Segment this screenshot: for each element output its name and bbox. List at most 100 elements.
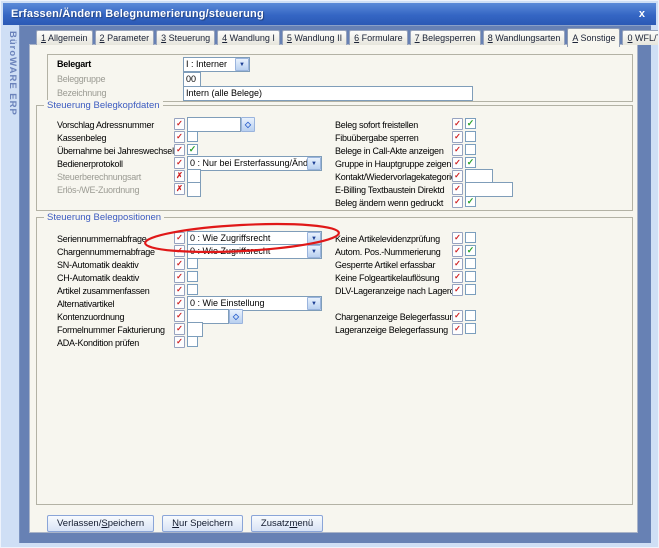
belegart-select[interactable]: I : Interner ▼	[183, 57, 250, 72]
field-row-chargenanzeige-belegerfassung: Chargenanzeige Belegerfassung✓	[335, 310, 625, 323]
tab-1-allgemein[interactable]: 1 Allgemein	[36, 30, 93, 45]
field-row-dlv-lageranzeige-nach-lagerort: DLV-Lageranzeige nach Lagerort✓	[335, 284, 625, 297]
artikel-zusammenfassen-checkbox[interactable]	[187, 284, 198, 295]
ch-automatik-deaktiv-checkbox[interactable]	[187, 271, 198, 282]
red-check-icon[interactable]: ✓	[452, 131, 463, 143]
tab-5-wandlung-ii[interactable]: 5 Wandlung II	[282, 30, 347, 45]
field-row-e-billing-textbaustein-direktd: E-Billing Textbaustein Direktd✓	[335, 183, 625, 196]
red-check-icon[interactable]: ✓	[452, 144, 463, 156]
tab-bar: 1 Allgemein2 Parameter3 Steuerung4 Wandl…	[36, 28, 659, 45]
tab-page-sonstige: Belegart I : Interner ▼ Beleggruppe 00 B…	[29, 44, 638, 533]
tab-0-wfl-tb[interactable]: 0 WFL/TB	[622, 30, 659, 45]
tab-7-belegsperren[interactable]: 7 Belegsperren	[410, 30, 481, 45]
field-row-erlös-we-zuordnung: Erlös-/WE-Zuordnung✗	[57, 183, 327, 196]
gesperrte-artikel-erfassbar-checkbox[interactable]	[465, 258, 476, 269]
belege-in-call-akte-anzeigen-checkbox[interactable]	[465, 144, 476, 155]
window-title: Erfassen/Ändern Belegnumerierung/steueru…	[11, 8, 264, 20]
red-check-icon[interactable]: ✓	[174, 297, 185, 309]
red-check-icon[interactable]: ✓	[452, 323, 463, 335]
field-row-beleg-ändern-wenn-gedruckt: Beleg ändern wenn gedruckt✓✓	[335, 196, 625, 209]
belegart-label: Belegart	[57, 59, 91, 69]
fibuübergabe-sperren-checkbox[interactable]	[465, 131, 476, 142]
red-check-icon[interactable]: ✓	[452, 118, 463, 130]
gruppe-in-hauptgruppe-zeigen-checkbox[interactable]: ✓	[465, 157, 476, 168]
red-cross-icon[interactable]: ✗	[174, 170, 185, 182]
ada-kondition-prüfen-checkbox[interactable]	[187, 336, 198, 347]
close-icon[interactable]: x	[636, 8, 648, 20]
autom-pos-nummerierung-checkbox[interactable]: ✓	[465, 245, 476, 256]
field-row-lageranzeige-belegerfassung: Lageranzeige Belegerfassung✓	[335, 323, 625, 336]
keine-artikelevidenzprüfung-checkbox[interactable]	[465, 232, 476, 243]
red-check-icon[interactable]: ✓	[452, 232, 463, 244]
tab-4-wandlung-i[interactable]: 4 Wandlung I	[217, 30, 280, 45]
belegkopfdaten-left-column: Vorschlag Adressnummer✓◇Kassenbeleg✓Über…	[57, 118, 327, 196]
übernahme-bei-jahreswechsel-checkbox[interactable]: ✓	[187, 144, 198, 155]
red-check-icon[interactable]: ✓	[174, 232, 185, 244]
erlös-we-zuordnung-input[interactable]	[187, 182, 201, 197]
groupbox-belegpositionen-title: Steuerung Belegpositionen	[44, 212, 164, 223]
tab-2-parameter[interactable]: 2 Parameter	[95, 30, 155, 45]
red-check-icon[interactable]: ✓	[452, 245, 463, 257]
red-check-icon[interactable]: ✓	[452, 284, 463, 296]
red-check-icon[interactable]: ✓	[174, 258, 185, 270]
beleg-ändern-wenn-gedruckt-checkbox[interactable]: ✓	[465, 196, 476, 207]
artikel-zusammenfassen-label: Artikel zusammenfassen	[57, 286, 150, 296]
bezeichnung-label: Bezeichnung	[57, 88, 106, 98]
tab-6-formulare[interactable]: 6 Formulare	[349, 30, 408, 45]
dlv-lageranzeige-nach-lagerort-checkbox[interactable]	[465, 284, 476, 295]
belegpositionen-left-column: Seriennummernabfrage✓0 : Wie Zugriffsrec…	[57, 232, 327, 349]
tab-8-wandlungsarten[interactable]: 8 Wandlungsarten	[483, 30, 566, 45]
keine-folgeartikelauflösung-checkbox[interactable]	[465, 271, 476, 282]
bedienerprotokoll-select[interactable]: 0 : Nur bei Ersterfassung/Änderung▼	[187, 156, 322, 171]
red-check-icon[interactable]: ✓	[174, 245, 185, 257]
field-row-autom-pos-nummerierung: Autom. Pos.-Nummerierung✓✓	[335, 245, 625, 258]
tab-a-sonstige[interactable]: A Sonstige	[567, 28, 620, 47]
vorschlag-adressnummer-label: Vorschlag Adressnummer	[57, 120, 154, 130]
red-check-icon[interactable]: ✓	[174, 310, 185, 322]
red-check-icon[interactable]: ✓	[174, 144, 185, 156]
tab-3-steuerung[interactable]: 3 Steuerung	[156, 30, 215, 45]
red-check-icon[interactable]: ✓	[452, 196, 463, 208]
chargennummernabfrage-select[interactable]: 0 : Wie Zugriffsrecht▼	[187, 244, 322, 259]
bedienerprotokoll-label: Bedienerprotokoll	[57, 159, 123, 169]
lageranzeige-belegerfassung-checkbox[interactable]	[465, 323, 476, 334]
red-cross-icon[interactable]: ✗	[174, 183, 185, 195]
ada-kondition-prüfen-label: ADA-Kondition prüfen	[57, 338, 139, 348]
red-check-icon[interactable]: ✓	[452, 258, 463, 270]
dropdown-arrow-icon[interactable]: ▼	[235, 58, 249, 71]
kassenbeleg-checkbox[interactable]	[187, 131, 198, 142]
dropdown-arrow-icon[interactable]: ▼	[307, 157, 321, 170]
sn-automatik-deaktiv-checkbox[interactable]	[187, 258, 198, 269]
beleggruppe-input[interactable]: 00	[183, 72, 201, 87]
zusatzmenü-button[interactable]: Zusatzmenü	[251, 515, 323, 532]
red-check-icon[interactable]: ✓	[174, 118, 185, 130]
red-check-icon[interactable]: ✓	[174, 131, 185, 143]
formelnummer-fakturierung-label: Formelnummer Fakturierung	[57, 325, 165, 335]
red-check-icon[interactable]: ✓	[174, 284, 185, 296]
chargenanzeige-belegerfassung-checkbox[interactable]	[465, 310, 476, 321]
dropdown-arrow-icon[interactable]: ▼	[307, 245, 321, 258]
bedienerprotokoll-value: 0 : Nur bei Ersterfassung/Änderung	[188, 157, 307, 170]
red-check-icon[interactable]: ✓	[174, 157, 185, 169]
chargennummernabfrage-value: 0 : Wie Zugriffsrecht	[188, 245, 307, 258]
red-check-icon[interactable]: ✓	[174, 323, 185, 335]
red-check-icon[interactable]: ✓	[174, 271, 185, 283]
red-check-icon[interactable]: ✓	[452, 271, 463, 283]
red-check-icon[interactable]: ✓	[452, 310, 463, 322]
beleg-sofort-freistellen-checkbox[interactable]: ✓	[465, 118, 476, 129]
nur-speichern-button[interactable]: Nur Speichern	[162, 515, 243, 532]
chargenanzeige-belegerfassung-label: Chargenanzeige Belegerfassung	[335, 312, 459, 322]
dropdown-arrow-icon[interactable]: ▼	[307, 297, 321, 310]
groupbox-belegkopfdaten-title: Steuerung Belegkopfdaten	[44, 100, 163, 111]
red-check-icon[interactable]: ✓	[452, 170, 463, 182]
verlassen-speichern-button[interactable]: Verlassen/Speichern	[47, 515, 154, 532]
field-row-beleg-sofort-freistellen: Beleg sofort freistellen✓✓	[335, 118, 625, 131]
diamond-icon[interactable]: ◇	[241, 117, 255, 132]
red-check-icon[interactable]: ✓	[452, 157, 463, 169]
übernahme-bei-jahreswechsel-label: Übernahme bei Jahreswechsel	[57, 146, 174, 156]
red-check-icon[interactable]: ✓	[174, 336, 185, 348]
red-check-icon[interactable]: ✓	[452, 183, 463, 195]
belegart-value: I : Interner	[184, 58, 235, 71]
bezeichnung-input[interactable]: Intern (alle Belege)	[183, 86, 473, 101]
diamond-icon[interactable]: ◇	[229, 309, 243, 324]
